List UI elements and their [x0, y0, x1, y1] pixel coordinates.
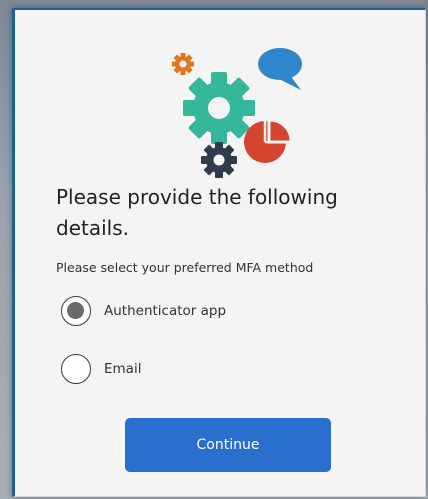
pie-chart-icon	[244, 118, 293, 163]
mfa-method-prompt: Please select your preferred MFA method	[56, 260, 314, 275]
email-label: Email	[104, 361, 142, 377]
chat-bubble-icon	[258, 48, 302, 90]
continue-button[interactable]: Continue	[125, 418, 331, 472]
gear-icon	[183, 72, 255, 144]
mfa-option-authenticator-app[interactable]: Authenticator app	[61, 296, 226, 326]
dark-gear-icon	[201, 142, 237, 178]
settings-illustration	[172, 48, 302, 178]
email-radio[interactable]	[61, 354, 91, 384]
page-title: Please provide the following details.	[56, 185, 338, 240]
mfa-dialog: Please provide the following details. Pl…	[12, 8, 426, 497]
mfa-option-email[interactable]: Email	[61, 354, 141, 384]
authenticator-app-label: Authenticator app	[104, 303, 227, 319]
authenticator-app-radio[interactable]	[61, 296, 91, 326]
small-gear-icon	[172, 53, 194, 75]
